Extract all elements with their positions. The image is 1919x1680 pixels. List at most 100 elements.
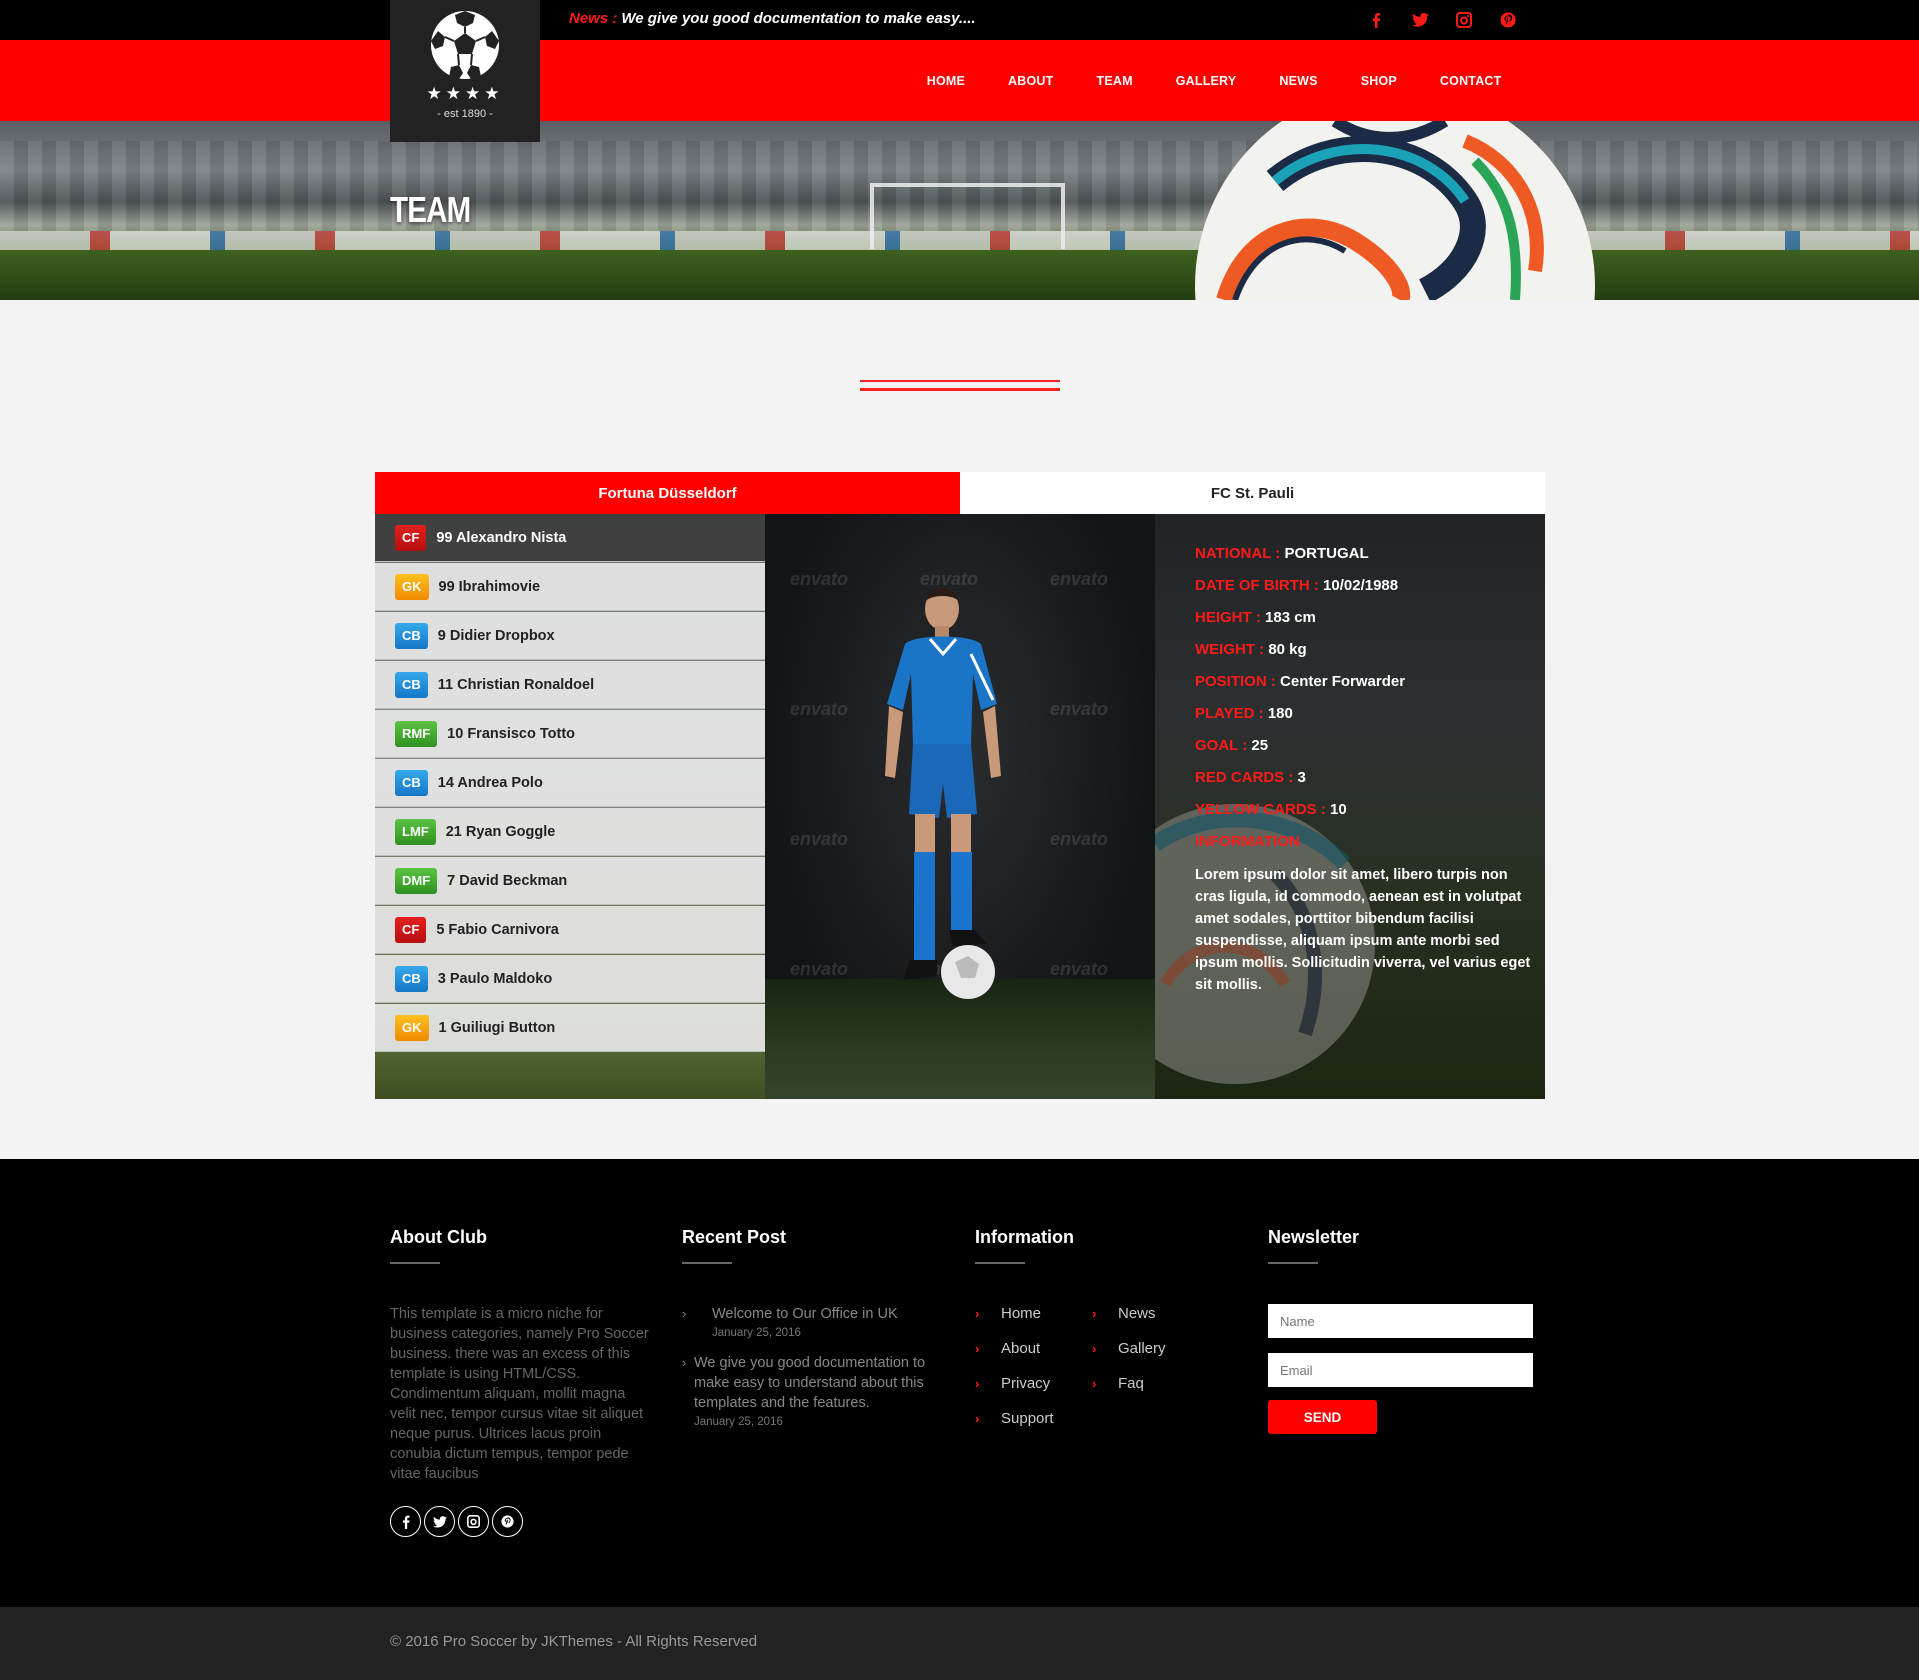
logo-est: - est 1890 -: [437, 108, 493, 120]
link-label: Gallery: [1118, 1340, 1166, 1357]
nav-gallery[interactable]: GALLERY: [1154, 74, 1258, 88]
email-field[interactable]: [1268, 1353, 1533, 1387]
post-title[interactable]: We give you good documentation to make e…: [694, 1353, 952, 1413]
player-row[interactable]: CF 5 Fabio Carnivora: [375, 906, 765, 954]
news-ticker[interactable]: News : We give you good documentation to …: [569, 10, 976, 27]
stat-red-cards: RED CARDS : 3: [1195, 768, 1535, 800]
stat-national: NATIONAL : PORTUGAL: [1195, 544, 1535, 576]
twitter-icon[interactable]: [424, 1506, 455, 1537]
position-badge: CB: [395, 769, 428, 796]
player-row[interactable]: RMF 10 Fransisco Totto: [375, 710, 765, 758]
tab-fc-st-pauli[interactable]: FC St. Pauli: [960, 472, 1545, 514]
stat-value: PORTUGAL: [1284, 545, 1369, 562]
hero-banner: TEAM: [0, 121, 1919, 300]
player-name: 99 Ibrahimovie: [438, 578, 541, 595]
pinterest-icon[interactable]: [1497, 9, 1519, 31]
position-badge: CB: [395, 622, 428, 649]
footer-link-about[interactable]: › About: [975, 1339, 1092, 1358]
nav-home[interactable]: HOME: [905, 74, 986, 88]
player-list: CF 99 Alexandro Nista GK 99 Ibrahimovie …: [375, 514, 765, 1099]
post-title[interactable]: Welcome to Our Office in UK: [712, 1304, 898, 1324]
chevron-right-icon: ›: [1092, 1306, 1097, 1321]
player-row[interactable]: DMF 7 David Beckman: [375, 857, 765, 905]
nav-about[interactable]: ABOUT: [987, 74, 1075, 88]
stat-label: DATE OF BIRTH :: [1195, 577, 1319, 594]
stat-height: HEIGHT : 183 cm: [1195, 608, 1535, 640]
position-badge: GK: [395, 1014, 429, 1041]
nav-news[interactable]: NEWS: [1258, 74, 1339, 88]
soccer-ball-icon: [431, 11, 499, 79]
player-row[interactable]: LMF 21 Ryan Goggle: [375, 808, 765, 856]
player-photo: envato envato envato envato envato envat…: [765, 514, 1155, 1099]
instagram-icon[interactable]: [458, 1506, 489, 1537]
player-name: 11 Christian Ronaldoel: [437, 676, 595, 693]
player-row[interactable]: CB 11 Christian Ronaldoel: [375, 661, 765, 709]
name-field[interactable]: [1268, 1304, 1533, 1338]
player-row[interactable]: CB 3 Paulo Maldoko: [375, 955, 765, 1003]
facebook-icon[interactable]: [390, 1506, 421, 1537]
footer-link-gallery[interactable]: › Gallery: [1092, 1339, 1209, 1358]
instagram-icon[interactable]: [1453, 9, 1475, 31]
stat-value: 183 cm: [1265, 609, 1316, 626]
footer-link-privacy[interactable]: › Privacy: [975, 1374, 1092, 1393]
link-label: About: [1001, 1340, 1041, 1357]
footer-link-news[interactable]: › News: [1092, 1304, 1209, 1323]
player-name: 1 Guiliugi Button: [438, 1019, 556, 1036]
footer-recent-posts: Recent Post › Welcome to Our Office in U…: [682, 1227, 952, 1442]
chevron-right-icon: ›: [1092, 1341, 1097, 1356]
tab-fortuna-dusseldorf[interactable]: Fortuna Düsseldorf: [375, 472, 960, 514]
pinterest-icon[interactable]: [492, 1506, 523, 1537]
nav-team[interactable]: TEAM: [1075, 74, 1154, 88]
heading-underline: [975, 1262, 1025, 1264]
send-button[interactable]: SEND: [1268, 1400, 1377, 1434]
post-list: › Welcome to Our Office in UK January 25…: [682, 1304, 952, 1428]
top-bar: News : We give you good documentation to …: [0, 0, 1919, 40]
position-badge: CF: [395, 524, 427, 551]
link-label: Faq: [1118, 1375, 1144, 1392]
team-roster: CF 99 Alexandro Nista GK 99 Ibrahimovie …: [375, 514, 1545, 1099]
facebook-icon[interactable]: [1365, 9, 1387, 31]
player-description: Lorem ipsum dolor sit amet, libero turpi…: [1195, 867, 1531, 993]
about-text: This template is a micro niche for busin…: [390, 1306, 649, 1482]
stat-information: INFORMATION: [1195, 832, 1535, 864]
footer-link-home[interactable]: › Home: [975, 1304, 1092, 1323]
position-badge: LMF: [395, 818, 436, 845]
stat-yellow-cards: YELLOW CARDS : 10: [1195, 800, 1535, 832]
link-label: Privacy: [1001, 1375, 1051, 1392]
chevron-right-icon: ›: [682, 1306, 687, 1321]
nav-shop[interactable]: SHOP: [1339, 74, 1418, 88]
heading-underline: [1268, 1262, 1318, 1264]
player-row[interactable]: GK 1 Guiliugi Button: [375, 1004, 765, 1052]
footer-link-support[interactable]: › Support: [975, 1409, 1092, 1428]
position-badge: CF: [395, 916, 427, 943]
stat-label: POSITION :: [1195, 673, 1276, 690]
stat-label: GOAL :: [1195, 737, 1248, 754]
post-item[interactable]: › Welcome to Our Office in UK January 25…: [682, 1304, 952, 1339]
player-name: 14 Andrea Polo: [437, 774, 543, 791]
player-row[interactable]: GK 99 Ibrahimovie: [375, 563, 765, 611]
stat-value: 80 kg: [1268, 641, 1307, 658]
player-row[interactable]: CF 99 Alexandro Nista: [375, 514, 765, 562]
player-name: 7 David Beckman: [447, 872, 568, 889]
stat-played: PLAYED : 180: [1195, 704, 1535, 736]
nav-contact[interactable]: CONTACT: [1418, 74, 1523, 88]
chevron-right-icon: ›: [975, 1341, 980, 1356]
player-figure: [885, 587, 1001, 999]
stat-value: 10/02/1988: [1323, 577, 1399, 594]
footer-heading: Information: [975, 1227, 1074, 1247]
player-name: 9 Didier Dropbox: [437, 627, 555, 644]
chevron-right-icon: ›: [975, 1306, 980, 1321]
stat-label: WEIGHT :: [1195, 641, 1265, 658]
footer-links: › Home › News › About › Gallery › Privacy › Fa…: [975, 1304, 1209, 1428]
footer-heading: About Club: [390, 1227, 487, 1247]
player-row[interactable]: CB 9 Didier Dropbox: [375, 612, 765, 660]
footer-newsletter: Newsletter SEND: [1268, 1227, 1533, 1434]
news-tag: News :: [569, 10, 618, 27]
twitter-icon[interactable]: [1409, 9, 1431, 31]
footer-about: About Club This template is a micro nich…: [390, 1227, 655, 1537]
stat-value: 25: [1251, 737, 1269, 754]
player-row[interactable]: CB 14 Andrea Polo: [375, 759, 765, 807]
post-item[interactable]: › We give you good documentation to make…: [682, 1353, 952, 1428]
site-logo[interactable]: ★★★★ - est 1890 -: [390, 0, 540, 142]
footer-link-faq[interactable]: › Faq: [1092, 1374, 1209, 1393]
